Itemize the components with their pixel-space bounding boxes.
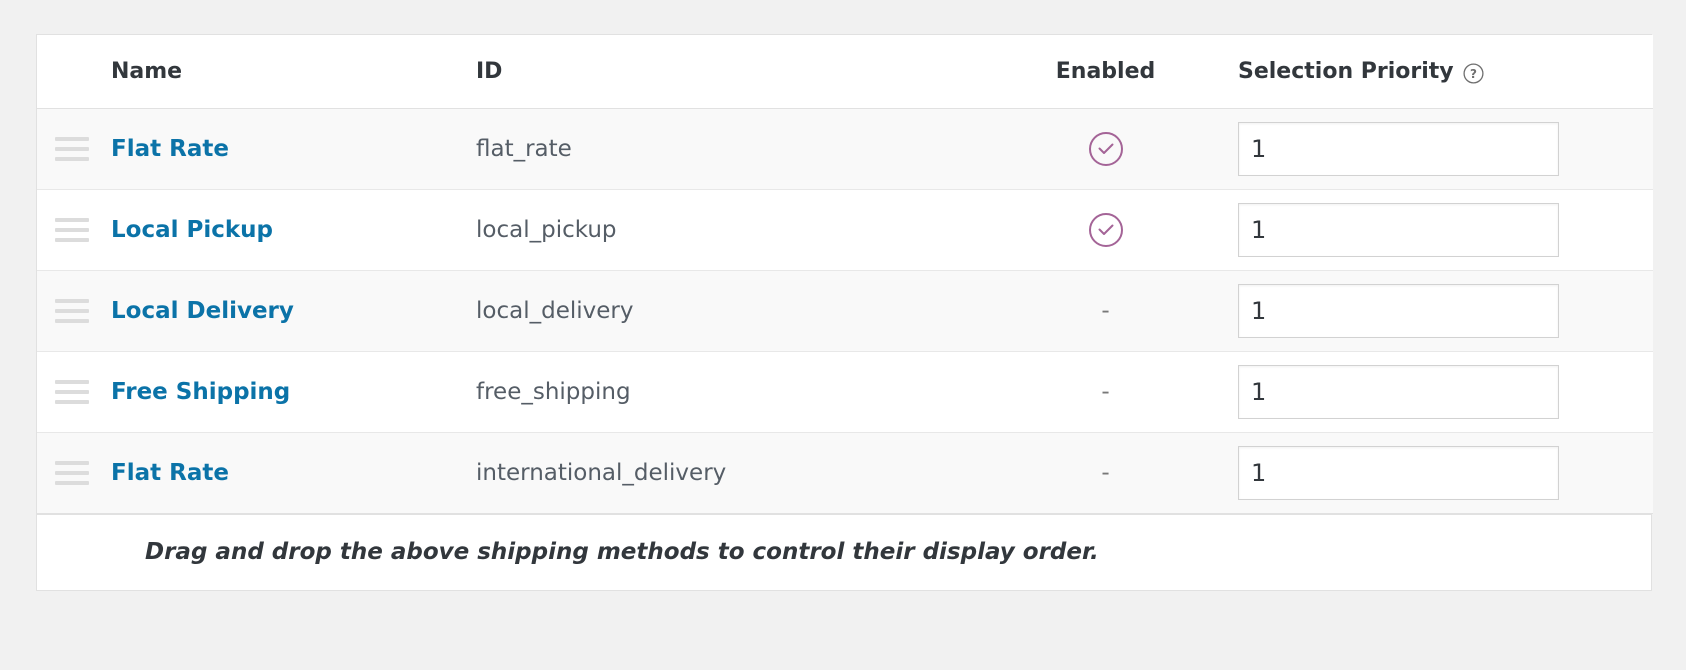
table-body: Flat Rate flat_rate Local Pickup local_pick… [37, 108, 1653, 514]
method-name-cell: Local Delivery [107, 270, 472, 352]
column-header-id: ID [472, 35, 977, 109]
table-row[interactable]: Local Pickup local_pickup [37, 189, 1653, 271]
table-header: Name ID Enabled Selection Priority ? [37, 35, 1653, 109]
selection-priority-cell [1234, 189, 1653, 271]
method-id-text: flat_rate [476, 136, 572, 162]
selection-priority-cell [1234, 351, 1653, 433]
enabled-dash: - [1101, 378, 1110, 405]
column-header-name: Name [107, 35, 472, 109]
method-id-text: local_delivery [476, 298, 634, 324]
method-id-cell: flat_rate [472, 108, 977, 190]
method-name-cell: Free Shipping [107, 351, 472, 433]
selection-priority-input[interactable] [1238, 446, 1559, 500]
drag-handle-icon[interactable] [55, 299, 89, 323]
method-id-cell: free_shipping [472, 351, 977, 433]
selection-priority-input[interactable] [1238, 203, 1559, 257]
enabled-cell [977, 108, 1234, 190]
selection-priority-cell [1234, 270, 1653, 352]
drag-handle-cell[interactable] [37, 351, 107, 433]
drag-handle-cell[interactable] [37, 108, 107, 190]
enabled-cell: - [977, 432, 1234, 514]
selection-priority-input[interactable] [1238, 122, 1559, 176]
selection-priority-input[interactable] [1238, 284, 1559, 338]
method-name-link[interactable]: Free Shipping [107, 379, 290, 405]
table-footer: Drag and drop the above shipping methods… [37, 514, 1651, 590]
drag-handle-cell[interactable] [37, 270, 107, 352]
table-row[interactable]: Free Shipping free_shipping - [37, 351, 1653, 433]
shipping-methods-card: Name ID Enabled Selection Priority ? Fla… [36, 34, 1653, 591]
method-id-cell: international_delivery [472, 432, 977, 514]
drag-handle-icon[interactable] [55, 461, 89, 485]
method-id-cell: local_delivery [472, 270, 977, 352]
drag-handle-cell[interactable] [37, 189, 107, 271]
column-header-id-label: ID [476, 59, 503, 84]
method-name-cell: Flat Rate [107, 108, 472, 190]
enabled-cell: - [977, 270, 1234, 352]
enabled-cell [977, 189, 1234, 271]
table-header-row: Name ID Enabled Selection Priority ? [37, 35, 1653, 109]
check-circle-icon [1088, 212, 1124, 248]
method-name-link[interactable]: Flat Rate [107, 460, 229, 486]
enabled-cell: - [977, 351, 1234, 433]
drag-handle-icon[interactable] [55, 137, 89, 161]
selection-priority-cell [1234, 108, 1653, 190]
help-circle-icon[interactable]: ? [1463, 62, 1484, 84]
svg-text:?: ? [1470, 67, 1477, 81]
enabled-dash: - [1101, 459, 1110, 486]
drag-handle-cell[interactable] [37, 432, 107, 514]
method-id-cell: local_pickup [472, 189, 977, 271]
check-circle-icon [1088, 131, 1124, 167]
drag-handle-icon[interactable] [55, 380, 89, 404]
table-row[interactable]: Flat Rate flat_rate [37, 108, 1653, 190]
method-name-cell: Local Pickup [107, 189, 472, 271]
table-row[interactable]: Flat Rate international_delivery - [37, 432, 1653, 514]
drag-drop-instruction: Drag and drop the above shipping methods… [145, 538, 1099, 565]
column-header-selection-priority: Selection Priority ? [1234, 35, 1653, 109]
shipping-methods-table: Name ID Enabled Selection Priority ? Fla… [37, 35, 1653, 514]
drag-handle-icon[interactable] [55, 218, 89, 242]
column-header-selection-priority-label: Selection Priority [1238, 59, 1454, 84]
method-name-link[interactable]: Local Delivery [107, 298, 294, 324]
method-id-text: local_pickup [476, 217, 617, 243]
selection-priority-input[interactable] [1238, 365, 1559, 419]
table-row[interactable]: Local Delivery local_delivery - [37, 270, 1653, 352]
enabled-dash: - [1101, 297, 1110, 324]
method-id-text: international_delivery [476, 460, 727, 486]
column-header-name-label: Name [111, 59, 183, 84]
selection-priority-cell [1234, 432, 1653, 514]
column-header-enabled-label: Enabled [1055, 59, 1156, 84]
method-name-link[interactable]: Local Pickup [107, 217, 273, 243]
column-header-enabled: Enabled [977, 35, 1234, 109]
column-header-handle [37, 35, 107, 109]
method-name-cell: Flat Rate [107, 432, 472, 514]
method-name-link[interactable]: Flat Rate [107, 136, 229, 162]
method-id-text: free_shipping [476, 379, 631, 405]
